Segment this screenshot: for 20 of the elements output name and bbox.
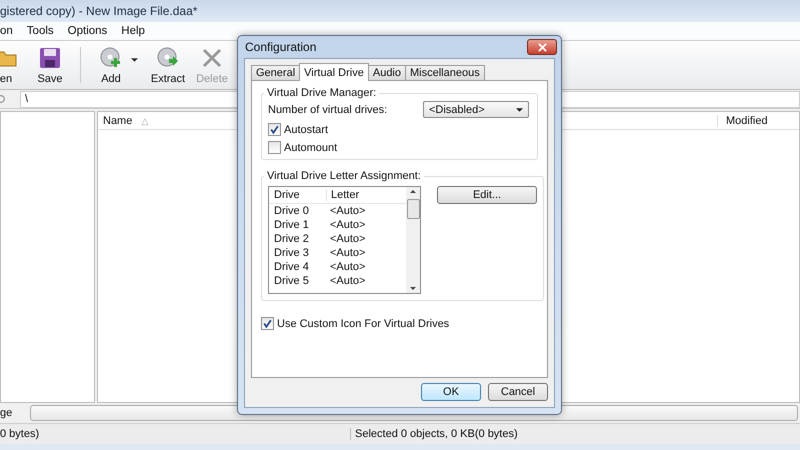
table-cell-text: <Auto> (329, 205, 366, 217)
table-cell-text: <Auto> (329, 233, 366, 245)
field-label: Number of virtual drives: (268, 104, 388, 116)
status-text: Selected 0 objects, 0 KB(0 bytes) (354, 428, 518, 440)
table-cell-text: Drive 1 (273, 219, 310, 231)
table-cell-text: <Auto> (329, 247, 366, 259)
table-cell-text: Drive 5 (273, 275, 310, 287)
group-title: Virtual Drive Letter Assignment: (266, 170, 422, 182)
status-text: 0 bytes) (0, 428, 351, 440)
window-title: gistered copy) - New Image File.daa* (0, 4, 198, 18)
table-cell-text: <Auto> (329, 261, 366, 273)
table-cell-text: <Auto> (329, 219, 366, 231)
table-cell-text: Drive 0 (273, 205, 310, 217)
table-cell-text: Drive 4 (273, 261, 310, 273)
progress-label: ge (0, 407, 12, 419)
table-cell-text: Drive 2 (273, 233, 310, 245)
group-title: Virtual Drive Manager: (266, 87, 378, 99)
table-cell-text: Drive 3 (273, 247, 310, 259)
table-cell-text: <Auto> (329, 275, 366, 287)
dialog-title: Configuration (245, 40, 316, 54)
